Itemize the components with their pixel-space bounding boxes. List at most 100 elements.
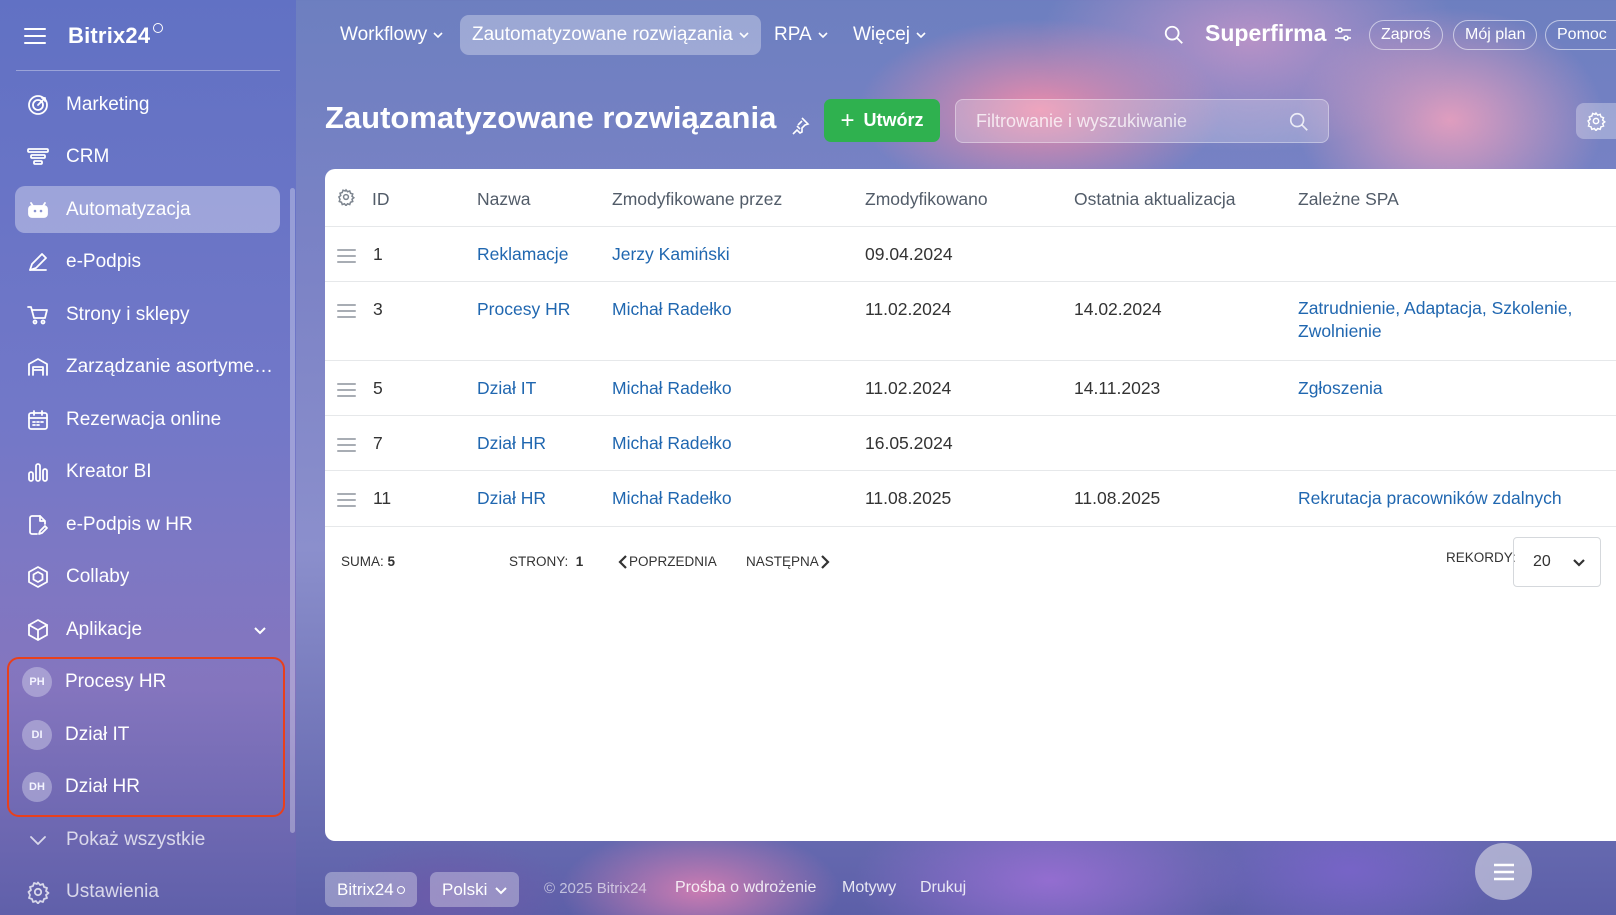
pages-label: STRONY: <box>509 554 569 569</box>
tab-zautomatyzowane-rozwiazania[interactable]: Zautomatyzowane rozwiązania <box>460 15 761 55</box>
row-name-link[interactable]: Dział HR <box>477 488 546 509</box>
filter-search-input[interactable] <box>956 100 1328 142</box>
tab-workflowy[interactable]: Workflowy <box>328 15 455 55</box>
footer-link-print[interactable]: Drukuj <box>920 879 966 897</box>
column-header-id[interactable]: ID <box>372 189 390 210</box>
chevron-down-icon <box>25 827 51 853</box>
row-id: 3 <box>373 299 383 319</box>
tab-label: Zautomatyzowane rozwiązania <box>472 24 733 45</box>
chevron-down-icon <box>1573 559 1585 567</box>
footer-link-implementation[interactable]: Prośba o wdrożenie <box>675 879 816 897</box>
drag-handle-icon[interactable] <box>337 438 356 452</box>
sidebar-item-strony-i-sklepy[interactable]: Strony i sklepy <box>15 291 280 338</box>
create-button[interactable]: + Utwórz <box>824 99 940 142</box>
calendar-icon <box>25 407 51 433</box>
sidebar-item-zarzadzanie-asortymentem[interactable]: Zarządzanie asortymen... <box>15 344 280 391</box>
sidebar-show-all[interactable]: Pokaż wszystkie <box>15 816 280 863</box>
chevron-down-icon[interactable] <box>252 622 268 643</box>
row-name-link[interactable]: Procesy HR <box>477 299 570 320</box>
sidebar-item-label: Strony i sklepy <box>66 303 190 325</box>
menu-burger-icon[interactable] <box>24 28 46 44</box>
table-row[interactable]: 5 Dział IT Michał Radełko 11.02.2024 14.… <box>325 361 1616 416</box>
chevron-down-icon <box>433 30 443 40</box>
table-row[interactable]: 7 Dział HR Michał Radełko 16.05.2024 <box>325 416 1616 471</box>
help-button[interactable]: Pomoc <box>1545 20 1616 50</box>
sidebar-item-collaby[interactable]: Collaby <box>15 554 280 601</box>
column-header-modified[interactable]: Zmodyfikowano <box>865 189 988 210</box>
row-id: 1 <box>373 244 383 264</box>
search-icon[interactable] <box>1163 24 1185 46</box>
drag-handle-icon[interactable] <box>337 493 356 507</box>
logo-clock-icon <box>396 885 405 894</box>
row-modified: 09.04.2024 <box>865 244 953 264</box>
table-row[interactable]: 3 Procesy HR Michał Radełko 11.02.2024 1… <box>325 282 1616 361</box>
my-plan-button[interactable]: Mój plan <box>1453 20 1538 50</box>
sidebar-nav: Marketing CRM Automatyzacja e-Podpis Str… <box>15 81 280 915</box>
column-header-dependent-spa[interactable]: Zależne SPA <box>1298 189 1399 210</box>
row-name-link[interactable]: Dział IT <box>477 378 536 399</box>
records-per-page-select[interactable]: 20 <box>1513 537 1601 587</box>
sidebar-app-procesy-hr[interactable]: PH Procesy HR <box>15 659 280 706</box>
sidebar-item-crm[interactable]: CRM <box>15 134 280 181</box>
table-row[interactable]: 11 Dział HR Michał Radełko 11.08.2025 11… <box>325 471 1616 527</box>
tab-label: Workflowy <box>340 24 428 45</box>
tab-rpa[interactable]: RPA <box>762 15 840 55</box>
row-id: 5 <box>373 378 383 398</box>
row-spa-link[interactable]: Zatrudnienie, Adaptacja, Szkolenie, Zwol… <box>1298 297 1598 343</box>
sidebar-scrollbar[interactable] <box>290 188 295 833</box>
column-header-last-update[interactable]: Ostatnia aktualizacja <box>1074 189 1235 210</box>
floating-menu-button[interactable] <box>1475 843 1532 900</box>
solutions-table-card: ID Nazwa Zmodyfikowane przez Zmodyfikowa… <box>325 169 1616 841</box>
page-title: Zautomatyzowane rozwiązania <box>325 100 810 136</box>
list-icon <box>1493 863 1514 880</box>
footer-link-themes[interactable]: Motywy <box>842 879 896 897</box>
language-select[interactable]: Polski <box>430 872 520 907</box>
sidebar-item-kreator-bi[interactable]: Kreator BI <box>15 449 280 496</box>
sum-label: SUMA: <box>341 554 384 569</box>
drag-handle-icon[interactable] <box>337 304 356 318</box>
company-name[interactable]: Superfirma <box>1205 20 1352 47</box>
page-settings-button[interactable] <box>1576 103 1616 139</box>
language-label: Polski <box>442 879 488 899</box>
search-icon[interactable] <box>1288 111 1310 133</box>
chevron-down-icon <box>495 886 508 894</box>
sidebar-item-e-podpis-w-hr[interactable]: e-Podpis w HR <box>15 501 280 548</box>
funnel-icon <box>25 144 51 170</box>
pages-value: 1 <box>575 554 584 569</box>
tab-wiecej[interactable]: Więcej <box>841 15 938 55</box>
row-last-update: 11.08.2025 <box>1074 488 1161 508</box>
box-icon <box>25 617 51 643</box>
table-row[interactable]: 1 Reklamacje Jerzy Kamiński 09.04.2024 <box>325 227 1616 282</box>
sidebar-settings[interactable]: Ustawienia <box>15 869 280 915</box>
sidebar-item-marketing[interactable]: Marketing <box>15 81 280 128</box>
row-modified-by-link[interactable]: Jerzy Kamiński <box>612 244 730 265</box>
row-modified-by-link[interactable]: Michał Radełko <box>612 488 732 509</box>
plus-icon: + <box>840 106 855 134</box>
invite-button[interactable]: Zaproś <box>1369 20 1443 50</box>
row-modified-by-link[interactable]: Michał Radełko <box>612 299 732 320</box>
column-header-modified-by[interactable]: Zmodyfikowane przez <box>612 189 782 210</box>
sidebar-app-dzial-it[interactable]: DI Dział IT <box>15 711 280 758</box>
sidebar-item-automatyzacja[interactable]: Automatyzacja <box>15 186 280 233</box>
footer-brand[interactable]: Bitrix24 <box>325 872 417 907</box>
sidebar-item-e-podpis[interactable]: e-Podpis <box>15 239 280 286</box>
row-modified-by-link[interactable]: Michał Radełko <box>612 433 732 454</box>
sidebar-item-label: Aplikacje <box>66 618 143 640</box>
row-name-link[interactable]: Dział HR <box>477 433 546 454</box>
sidebar-item-aplikacje[interactable]: Aplikacje <box>15 606 280 653</box>
drag-handle-icon[interactable] <box>337 383 356 397</box>
sidebar-item-label: Rezerwacja online <box>66 408 222 430</box>
row-spa-link[interactable]: Rekrutacja pracowników zdalnych <box>1298 488 1562 509</box>
row-name-link[interactable]: Reklamacje <box>477 244 568 265</box>
row-spa-link[interactable]: Zgłoszenia <box>1298 378 1383 399</box>
sidebar-item-rezerwacja-online[interactable]: Rezerwacja online <box>15 396 280 443</box>
column-settings-gear-icon[interactable] <box>337 188 356 207</box>
pin-icon[interactable] <box>790 108 810 135</box>
drag-handle-icon[interactable] <box>337 249 356 263</box>
logo[interactable]: Bitrix24 <box>68 23 164 49</box>
sidebar-app-dzial-hr[interactable]: DH Dział HR <box>15 764 280 811</box>
column-header-nazwa[interactable]: Nazwa <box>477 189 531 210</box>
next-page-button[interactable]: NASTĘPNA <box>746 554 1011 569</box>
row-modified: 11.08.2025 <box>865 488 952 508</box>
row-modified-by-link[interactable]: Michał Radełko <box>612 378 732 399</box>
